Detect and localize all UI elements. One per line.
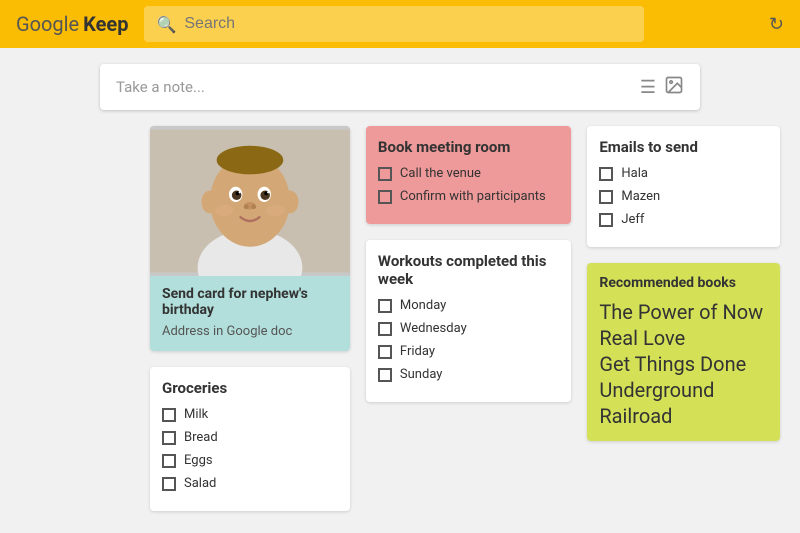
logo-keep-text: Keep: [83, 12, 128, 36]
checklist-item: Salad: [162, 476, 338, 491]
checklist-item: Mazen: [599, 189, 768, 204]
checkbox[interactable]: [599, 190, 613, 204]
checklist-item-label: Friday: [400, 344, 435, 359]
checklist-item-label: Bread: [184, 430, 218, 445]
book-list-item: Underground Railroad: [599, 377, 768, 429]
checklist-item: Friday: [378, 344, 559, 359]
book-meeting-card-body: Book meeting room Call the venue Confirm …: [366, 126, 571, 224]
checklist-item-label: Jeff: [621, 212, 644, 227]
checklist-item-label: Mazen: [621, 189, 660, 204]
groceries-card-title: Groceries: [162, 379, 338, 397]
checklist-item-label: Hala: [621, 166, 648, 181]
checkbox[interactable]: [162, 408, 176, 422]
checklist-item: Hala: [599, 166, 768, 181]
note-input-placeholder: Take a note...: [116, 78, 632, 96]
refresh-icon[interactable]: ↻: [769, 14, 784, 35]
checkbox[interactable]: [378, 167, 392, 181]
groceries-card-body: Groceries Milk Bread Eggs Salad: [150, 367, 350, 511]
workouts-note-card: Workouts completed this week Monday Wedne…: [366, 240, 571, 402]
checklist-item: Sunday: [378, 367, 559, 382]
books-note-card: Recommended books The Power of NowReal L…: [587, 263, 780, 441]
book-meeting-checklist: Call the venue Confirm with participants: [378, 166, 559, 204]
baby-photo: [150, 126, 350, 276]
books-card-body: Recommended books The Power of NowReal L…: [587, 263, 780, 441]
books-list: The Power of NowReal LoveGet Things Done…: [599, 299, 768, 429]
emails-card-body: Emails to send Hala Mazen Jeff: [587, 126, 780, 247]
search-icon: 🔍: [156, 15, 176, 34]
notes-col-3: Emails to send Hala Mazen Jeff Recommended…: [587, 126, 780, 511]
checklist-item: Monday: [378, 298, 559, 313]
book-meeting-card-title: Book meeting room: [378, 138, 559, 156]
checkbox[interactable]: [162, 454, 176, 468]
notes-columns: Send card for nephew's birthday Address …: [150, 126, 780, 511]
note-list-icon[interactable]: ☰: [640, 77, 656, 98]
checklist-item-label: Sunday: [400, 367, 443, 382]
checklist-item-label: Salad: [184, 476, 216, 491]
checkbox[interactable]: [378, 322, 392, 336]
emails-note-card: Emails to send Hala Mazen Jeff: [587, 126, 780, 247]
checklist-item: Eggs: [162, 453, 338, 468]
checklist-item-label: Milk: [184, 407, 208, 422]
note-input-bar[interactable]: Take a note... ☰: [100, 64, 700, 110]
app-header: Google Keep 🔍 ↻: [0, 0, 800, 48]
checkbox[interactable]: [162, 477, 176, 491]
logo-google-text: Google: [16, 12, 79, 36]
checkbox[interactable]: [378, 299, 392, 313]
books-card-title: Recommended books: [599, 275, 768, 291]
emails-checklist: Hala Mazen Jeff: [599, 166, 768, 227]
checkbox[interactable]: [378, 345, 392, 359]
checkbox[interactable]: [599, 213, 613, 227]
baby-card-body: Send card for nephew's birthday Address …: [150, 276, 350, 351]
book-list-item: Get Things Done: [599, 351, 768, 377]
checklist-item: Milk: [162, 407, 338, 422]
groceries-checklist: Milk Bread Eggs Salad: [162, 407, 338, 491]
checklist-item-label: Wednesday: [400, 321, 467, 336]
workouts-card-title: Workouts completed this week: [378, 252, 559, 288]
checklist-item: Jeff: [599, 212, 768, 227]
checkbox[interactable]: [162, 431, 176, 445]
checklist-item: Call the venue: [378, 166, 559, 181]
checkbox[interactable]: [378, 368, 392, 382]
checkbox[interactable]: [599, 167, 613, 181]
baby-note-card: Send card for nephew's birthday Address …: [150, 126, 350, 351]
emails-card-title: Emails to send: [599, 138, 768, 156]
baby-card-text: Address in Google doc: [162, 324, 338, 339]
checklist-item: Bread: [162, 430, 338, 445]
checkbox[interactable]: [378, 190, 392, 204]
baby-card-title: Send card for nephew's birthday: [162, 286, 338, 318]
checklist-item-label: Call the venue: [400, 166, 481, 181]
main-content: Send card for nephew's birthday Address …: [0, 126, 800, 531]
note-image-icon[interactable]: [664, 75, 684, 100]
app-logo: Google Keep: [16, 12, 128, 36]
checklist-item-label: Monday: [400, 298, 446, 313]
search-input[interactable]: [184, 15, 632, 33]
checklist-item-label: Eggs: [184, 453, 213, 468]
book-list-item: The Power of Now: [599, 299, 768, 325]
search-bar[interactable]: 🔍: [144, 6, 644, 42]
workouts-card-body: Workouts completed this week Monday Wedne…: [366, 240, 571, 402]
workouts-checklist: Monday Wednesday Friday Sunday: [378, 298, 559, 382]
checklist-item-label: Confirm with participants: [400, 189, 546, 204]
notes-col-2: Book meeting room Call the venue Confirm …: [366, 126, 571, 511]
groceries-note-card: Groceries Milk Bread Eggs Salad: [150, 367, 350, 511]
checklist-item: Wednesday: [378, 321, 559, 336]
notes-col-1: Send card for nephew's birthday Address …: [150, 126, 350, 511]
checklist-item: Confirm with participants: [378, 189, 559, 204]
book-meeting-note-card: Book meeting room Call the venue Confirm …: [366, 126, 571, 224]
book-list-item: Real Love: [599, 325, 768, 351]
